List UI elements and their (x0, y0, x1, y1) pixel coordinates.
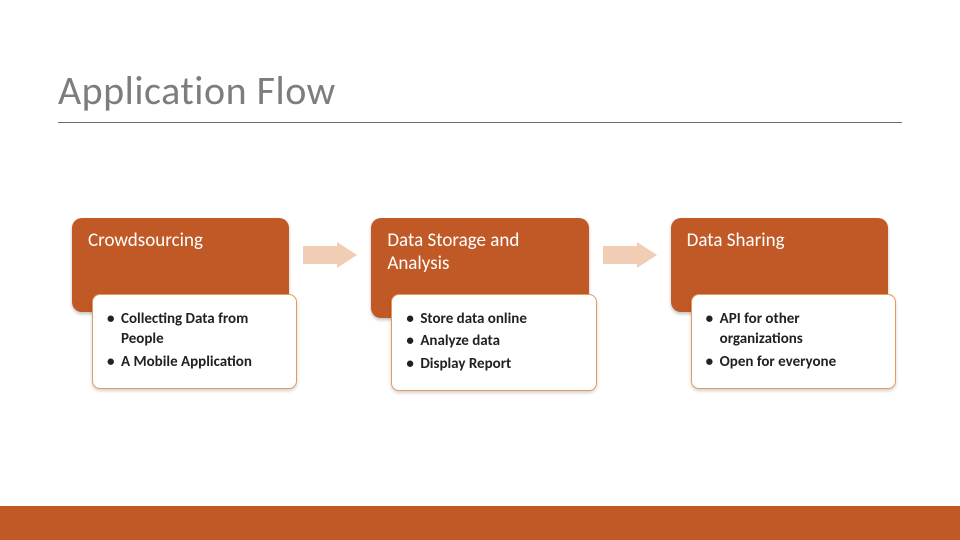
bullet-list: Collecting Data from People A Mobile App… (107, 309, 282, 372)
stage-header-label: Data Storage and Analysis (385, 228, 574, 280)
stage-body: Collecting Data from People A Mobile App… (92, 294, 297, 389)
stage-body: API for other organizations Open for eve… (691, 294, 896, 389)
bullet-item: Open for everyone (706, 352, 881, 372)
bullet-item: API for other organizations (706, 309, 881, 350)
stage-header-label: Data Sharing (685, 228, 874, 257)
bullet-list: Store data online Analyze data Display R… (406, 309, 581, 374)
stage-header-label: Crowdsourcing (86, 228, 275, 257)
bullet-item: A Mobile Application (107, 352, 282, 372)
stage-data-sharing: Data Sharing API for other organizations… (671, 218, 888, 312)
bullet-item: Store data online (406, 309, 581, 329)
flow-arrow-icon (603, 242, 657, 268)
stage-body: Store data online Analyze data Display R… (391, 294, 596, 391)
slide: Application Flow Crowdsourcing Collectin… (0, 0, 960, 540)
stage-crowdsourcing: Crowdsourcing Collecting Data from Peopl… (72, 218, 289, 312)
stage-storage-analysis: Data Storage and Analysis Store data onl… (371, 218, 588, 318)
flow-row: Crowdsourcing Collecting Data from Peopl… (72, 218, 888, 318)
bullet-item: Analyze data (406, 331, 581, 351)
footer-bar (0, 506, 960, 540)
flow-arrow-icon (303, 242, 357, 268)
bullet-item: Display Report (406, 354, 581, 374)
title-rule (58, 122, 902, 123)
bullet-list: API for other organizations Open for eve… (706, 309, 881, 372)
slide-title: Application Flow (58, 70, 902, 122)
title-block: Application Flow (58, 70, 902, 123)
bullet-item: Collecting Data from People (107, 309, 282, 350)
